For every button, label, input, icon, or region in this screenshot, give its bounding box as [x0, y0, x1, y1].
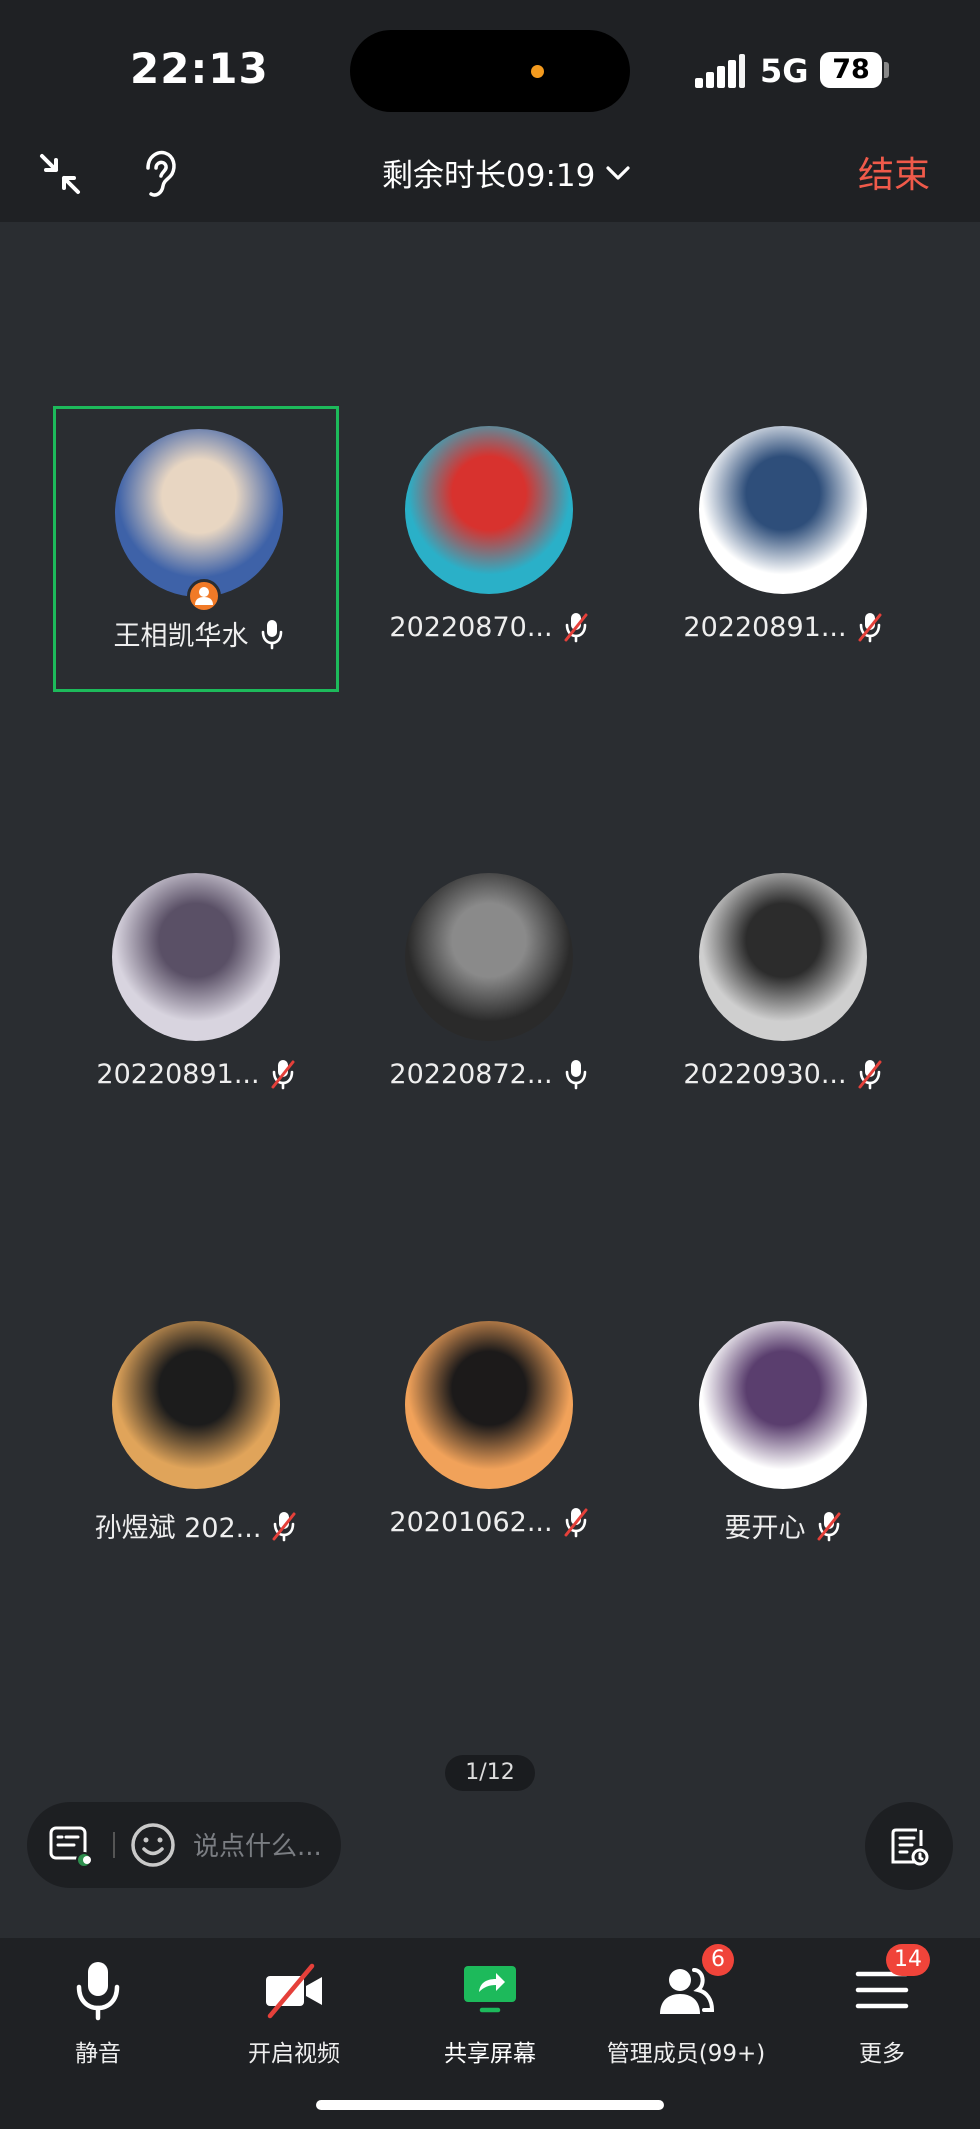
participant-tile[interactable]: 20220870... [346, 406, 632, 692]
participant-name: 20220891... [96, 1058, 260, 1090]
participant-tile[interactable]: 要开心 [640, 1301, 926, 1587]
mute-label: 静音 [75, 2041, 121, 2067]
participant-name-row: 20220891... [640, 611, 926, 643]
start-video-button[interactable]: 开启视频 [196, 1958, 392, 2078]
chevron-down-icon [606, 165, 630, 180]
participant-name-row: 王相凯华水 [56, 614, 342, 653]
members-icon: 6 [654, 1944, 734, 2022]
microphone-muted-icon [563, 1506, 589, 1538]
share-screen-icon [458, 1958, 522, 2022]
microphone-muted-icon [816, 1510, 842, 1542]
battery-level: 78 [820, 52, 882, 88]
participant-name-row: 要开心 [640, 1506, 926, 1545]
chat-input[interactable]: 说点什么... [193, 1826, 322, 1863]
microphone-muted-icon [270, 1058, 296, 1090]
video-off-icon [262, 1958, 326, 2022]
avatar [699, 426, 867, 594]
dynamic-island [350, 30, 630, 112]
avatar [699, 1321, 867, 1489]
participant-name: 孙煜斌 202... [94, 1513, 262, 1544]
participant-tile[interactable]: 20220872... [346, 853, 632, 1139]
participant-name: 20220930... [683, 1058, 847, 1090]
participant-tile[interactable]: 20220930... [640, 853, 926, 1139]
network-type: 5G [760, 52, 809, 90]
manage-members-button[interactable]: 6 管理成员(99+) [588, 1944, 784, 2078]
remaining-time-dropdown[interactable]: 剩余时长09:19 [382, 150, 631, 195]
more-button[interactable]: 14 更多 [784, 1944, 980, 2078]
avatar [115, 429, 283, 597]
participant-tile[interactable]: 20220891... [640, 406, 926, 692]
participant-grid: 王相凯华水 20220870... 20220891... 20220891... 20… [0, 222, 980, 1762]
mute-button[interactable]: 静音 [0, 1958, 196, 2078]
participant-tile[interactable]: 20201062... [346, 1301, 632, 1587]
avatar [699, 873, 867, 1041]
meeting-top-bar: 剩余时长09:19 结束 [0, 140, 980, 222]
avatar [112, 873, 280, 1041]
participant-name: 要开心 [724, 1513, 806, 1544]
more-label: 更多 [859, 2041, 905, 2067]
emoji-icon[interactable] [129, 1821, 177, 1869]
participant-name-row: 20220870... [346, 611, 632, 643]
participant-tile[interactable]: 王相凯华水 [53, 406, 339, 692]
manage-members-label: 管理成员(99+) [606, 2041, 766, 2067]
participant-tile[interactable]: 孙煜斌 202... [53, 1301, 339, 1587]
microphone-icon [66, 1958, 130, 2022]
battery-icon [884, 62, 889, 78]
microphone-muted-icon [857, 611, 883, 643]
microphone-muted-icon [271, 1510, 297, 1542]
remaining-time-label: 剩余时长09:19 [382, 158, 596, 194]
status-time: 22:13 [130, 44, 269, 93]
signal-icon [695, 54, 745, 88]
collapse-arrows-icon[interactable] [30, 144, 90, 204]
participant-name: 20220870... [389, 611, 553, 643]
avatar [405, 1321, 573, 1489]
participant-name: 20220872... [389, 1058, 553, 1090]
share-screen-button[interactable]: 共享屏幕 [392, 1958, 588, 2078]
participant-tile[interactable]: 20220891... [53, 853, 339, 1139]
avatar [405, 873, 573, 1041]
more-badge: 14 [886, 1944, 930, 1976]
share-screen-label: 共享屏幕 [444, 2041, 536, 2067]
chat-divider [113, 1832, 115, 1858]
participant-name-row: 20220891... [53, 1058, 339, 1090]
avatar [112, 1321, 280, 1489]
start-video-label: 开启视频 [248, 2041, 340, 2067]
participant-name: 20201062... [389, 1506, 553, 1538]
microphone-on-icon [259, 618, 285, 650]
home-indicator [316, 2100, 664, 2110]
host-badge-icon [187, 579, 221, 613]
subtitle-toggle-icon[interactable] [47, 1822, 95, 1870]
chat-bar: 说点什么... [27, 1802, 341, 1888]
participant-name-row: 20220872... [346, 1058, 632, 1090]
microphone-on-icon [563, 1058, 589, 1090]
microphone-muted-icon [857, 1058, 883, 1090]
notes-icon [891, 1828, 929, 1866]
participant-name-row: 孙煜斌 202... [53, 1506, 339, 1545]
meeting-notes-button[interactable] [865, 1802, 953, 1890]
page-indicator: 1/12 [445, 1755, 535, 1791]
end-meeting-button[interactable]: 结束 [858, 146, 930, 198]
avatar [405, 426, 573, 594]
members-badge: 6 [702, 1944, 734, 1976]
participant-name: 王相凯华水 [113, 621, 249, 652]
participant-name-row: 20201062... [346, 1506, 632, 1538]
recording-dot-icon [531, 65, 544, 78]
status-bar: 22:13 5G 78 [0, 0, 980, 140]
ear-icon[interactable] [130, 142, 190, 206]
microphone-muted-icon [563, 611, 589, 643]
participant-name-row: 20220930... [640, 1058, 926, 1090]
menu-icon: 14 [850, 1944, 930, 2022]
participant-name: 20220891... [683, 611, 847, 643]
